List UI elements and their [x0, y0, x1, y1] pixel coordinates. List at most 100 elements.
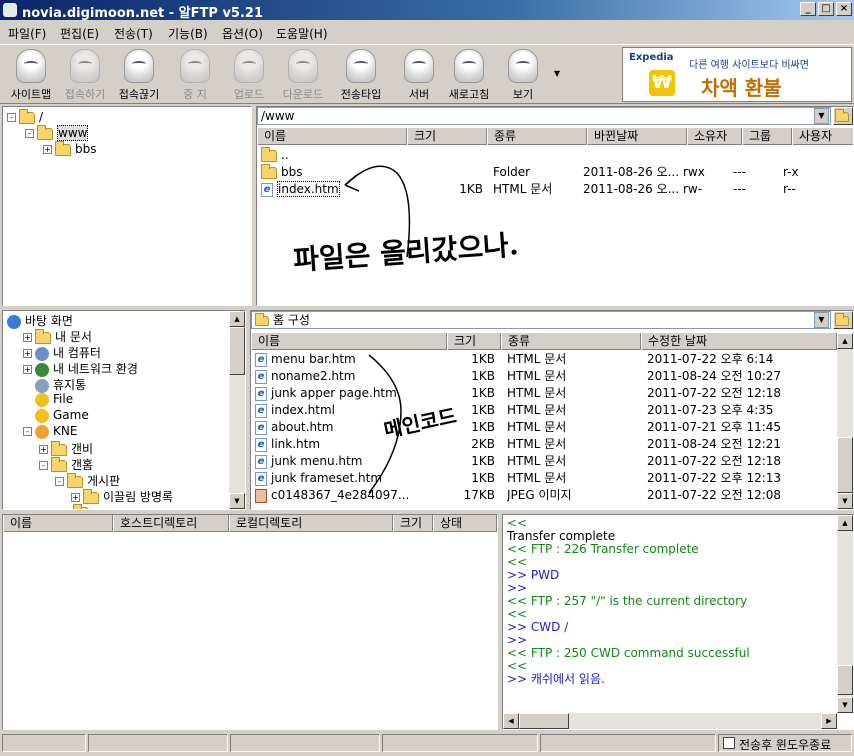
toolbar-button-1[interactable]: 사이트맵	[2, 49, 60, 103]
tree-expander[interactable]: -	[25, 129, 34, 138]
network-icon	[35, 362, 49, 377]
toolbar-button-2[interactable]: 접속하기	[56, 49, 114, 103]
toolbar-label: 전송타입	[340, 88, 382, 101]
tree-expander[interactable]: -	[7, 113, 16, 122]
star-icon	[35, 392, 49, 407]
tree-expander[interactable]: +	[23, 365, 32, 374]
remote-tree-panel[interactable]: - / - www + bbs	[2, 106, 252, 306]
title-bar[interactable]: novia.digimoon.net - 알FTP v5.21 _ □ ×	[0, 0, 854, 21]
tree-expander[interactable]: +	[43, 145, 52, 154]
tree-label: 갠홈	[71, 458, 94, 472]
menu-6[interactable]: 도움말(H)	[276, 25, 328, 42]
close-after-transfer-label: 전송후 윈도우종료	[739, 738, 832, 752]
maximize-button[interactable]: □	[818, 2, 834, 16]
tree-label: KNE	[53, 424, 78, 438]
queue-column-header[interactable]: 상태	[433, 515, 497, 532]
tree-expander[interactable]: +	[23, 349, 32, 358]
log-line: << FTP : 257 "/" is the current director…	[507, 594, 748, 608]
queue-column-header[interactable]: 로컬디렉토리	[229, 515, 393, 532]
window-title: novia.digimoon.net - 알FTP v5.21	[22, 6, 263, 21]
user-icon	[35, 424, 49, 439]
local-tree-node[interactable]: 휴지통	[23, 376, 87, 393]
menu-1[interactable]: 파일(F)	[8, 25, 46, 42]
local-tree-node[interactable]: - KNE	[23, 424, 77, 440]
local-tree-node[interactable]: + 갠비	[39, 440, 93, 456]
toolbar-icon	[404, 49, 434, 83]
scroll-up-button[interactable]: ▲	[837, 515, 853, 531]
tree-expander[interactable]: +	[39, 445, 48, 454]
tree-expander[interactable]: -	[39, 461, 48, 470]
tree-label: www	[57, 125, 89, 141]
folder-icon	[55, 140, 71, 156]
local-tree-node[interactable]: Game	[23, 408, 89, 424]
won-icon: ₩	[649, 70, 675, 96]
local-file-panel: 홈 구성 ▼ 이름 크기 종류 수정한 날짜 e menu bar.htm 1KB HTML…	[250, 310, 854, 510]
tree-expander[interactable]: -	[55, 477, 64, 486]
local-tree-node[interactable]: - 갠홈	[39, 456, 93, 472]
status-section-3	[230, 734, 380, 752]
star-icon	[35, 408, 49, 423]
tree-label: File	[53, 392, 74, 406]
transfer-queue-panel[interactable]: 이름 호스트디렉토리 로컬디렉토리 크기 상태	[2, 514, 498, 730]
queue-column-header[interactable]: 호스트디렉토리	[113, 515, 229, 532]
toolbar-button-6[interactable]: 다운로드	[274, 49, 332, 103]
tree-label: 휴지통	[53, 378, 87, 392]
toolbar-button-9[interactable]: 새로고침	[440, 49, 498, 103]
toolbar-more-dropdown[interactable]: ▼	[554, 69, 560, 78]
scroll-down-button[interactable]: ▼	[837, 697, 853, 713]
scroll-thumb[interactable]	[519, 713, 569, 729]
local-tree-node[interactable]: File	[23, 392, 73, 408]
queue-column-header[interactable]: 크기	[393, 515, 433, 532]
toolbar-button-10[interactable]: 보기	[494, 49, 552, 103]
queue-column-header[interactable]: 이름	[3, 515, 113, 532]
log-line: >> 캐쉬에서 읽음.	[507, 672, 605, 686]
toolbar-icon	[234, 49, 264, 83]
scroll-thumb[interactable]	[229, 327, 245, 375]
tree-label: 이끌림 방명록	[103, 490, 174, 504]
local-tree-scrollbar[interactable]: ▲ ▼	[229, 311, 245, 509]
local-tree-node[interactable]: + 내 네트워크 환경	[23, 360, 138, 377]
scroll-right-button[interactable]: ▶	[821, 713, 837, 729]
remote-tree-node[interactable]: + bbs	[43, 140, 97, 158]
minimize-button[interactable]: _	[800, 2, 816, 16]
menu-2[interactable]: 편집(E)	[60, 25, 99, 42]
scroll-down-button[interactable]: ▼	[229, 493, 245, 509]
close-after-transfer-checkbox[interactable]	[723, 737, 735, 749]
scroll-thumb[interactable]	[837, 665, 853, 695]
local-tree-node[interactable]: 바탕 화면	[7, 312, 73, 329]
folder-icon	[73, 503, 89, 509]
toolbar-button-7[interactable]: 전송타입	[332, 49, 390, 103]
tree-expander[interactable]: -	[23, 427, 32, 436]
toolbar-label: 접속끊기	[118, 88, 160, 101]
toolbar-icon	[70, 49, 100, 83]
app-icon[interactable]	[3, 3, 17, 17]
scroll-left-button[interactable]: ◀	[503, 713, 519, 729]
log-panel[interactable]: << Transfer complete << FTP : 226 Transfer…	[502, 514, 854, 730]
tree-expander[interactable]: +	[23, 333, 32, 342]
close-button[interactable]: ×	[836, 2, 852, 16]
menu-4[interactable]: 기능(B)	[168, 25, 208, 42]
local-tree-node[interactable]: - 게시판	[55, 472, 120, 488]
tree-label: 갠비	[71, 442, 94, 456]
tree-label: 바탕 화면	[25, 314, 73, 328]
log-vscrollbar[interactable]: ▲ ▼	[837, 515, 853, 713]
local-tree-node[interactable]: + 내 컴퓨터	[23, 344, 101, 361]
local-tree-panel[interactable]: 바탕 화면 + 내 문서 + 내 컴퓨터 + 내 네트워크 환경 휴지통 File Game - KN…	[2, 310, 246, 510]
handwritten-arrow	[344, 165, 411, 258]
menu-3[interactable]: 전송(T)	[114, 25, 153, 42]
folder-icon	[67, 472, 83, 488]
remote-file-panel: /www ▼ 이름 크기 종류 바뀐날짜 소유자 그룹 사용자 .. bbs Folder 201…	[256, 106, 854, 306]
scroll-up-button[interactable]: ▲	[229, 311, 245, 327]
toolbar-button-4[interactable]: 중 지	[166, 49, 224, 103]
folder-icon	[51, 440, 67, 456]
menu-5[interactable]: 옵션(O)	[222, 25, 263, 42]
toolbar-button-3[interactable]: 접속끊기	[110, 49, 168, 103]
local-tree-node[interactable]: + 이끌림 방명록	[71, 488, 173, 504]
toolbar-button-5[interactable]: 업로드	[220, 49, 278, 103]
log-hscrollbar[interactable]: ◀ ▶	[503, 713, 837, 729]
tree-expander[interactable]: +	[71, 493, 80, 502]
local-tree-node[interactable]: + 내 문서	[23, 328, 92, 344]
log-line: << FTP : 226 Transfer complete	[507, 542, 699, 556]
ad-banner[interactable]: Expedia 다른 여행 사이트보다 비싸면 ₩ 차액 환불	[622, 47, 852, 102]
trash-icon	[35, 378, 49, 393]
